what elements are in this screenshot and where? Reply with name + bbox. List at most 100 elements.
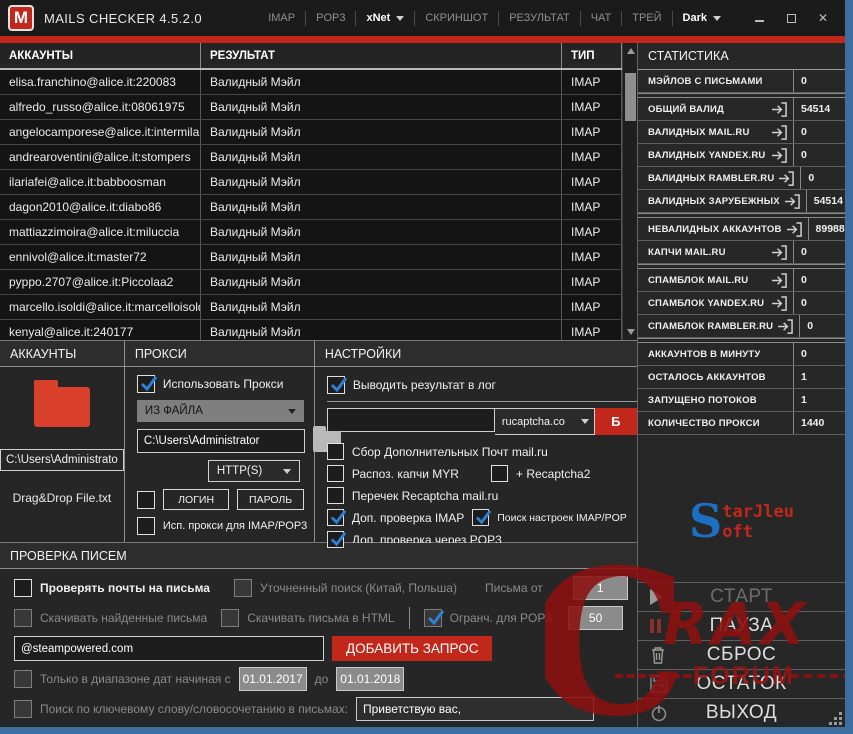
proxy-protocol-dropdown[interactable]: HTTP(S) [207,460,300,482]
use-proxy-checkbox[interactable] [136,375,155,393]
export-icon [771,296,788,311]
chevron-down-icon [282,468,291,474]
stat-row: ОСТАЛОСЬ АККАУНТОВ 1 [638,366,845,389]
menu-imap[interactable]: IMAP [258,12,305,24]
menu-result[interactable]: РЕЗУЛЬТАТ [499,12,579,24]
export-button[interactable] [771,125,788,140]
download-html-checkbox [221,609,240,627]
recheck-recaptcha-label: Перечек Recaptcha mail.ru [351,488,499,503]
menu-pop3[interactable]: POP3 [306,12,355,24]
scroll-down-button[interactable] [623,324,637,340]
stat-value: 1440 [793,412,845,434]
cell-type: IMAP [562,170,622,194]
query-input[interactable] [14,636,324,661]
maximize-button[interactable] [777,7,805,29]
add-query-button[interactable]: ДОБАВИТЬ ЗАПРОС [332,636,493,661]
menu-xnet-label: xNet [366,12,391,24]
chevron-down-icon [713,15,721,21]
export-button[interactable] [786,222,803,237]
close-button[interactable]: ✕ [809,7,837,29]
table-row[interactable]: elisa.franchino@alice.it:220083 Валидный… [0,70,622,95]
stat-label: ВАЛИДНЫХ MAIL.RU [638,125,793,140]
proxy-login-button[interactable]: ЛОГИН [162,489,230,510]
table-row[interactable]: ennivol@alice.it:master72 Валидный Мэйл … [0,245,622,270]
proxy-source-dropdown[interactable]: ИЗ ФАЙЛА [136,400,304,422]
recheck-recaptcha-checkbox[interactable] [326,487,344,504]
results-table: АККАУНТЫ РЕЗУЛЬТАТ ТИП elisa.franchino@a… [0,43,637,341]
table-row[interactable]: dagon2010@alice.it:diabo86 Валидный Мэйл… [0,195,622,220]
proxy-password-button[interactable]: ПАРОЛЬ [237,489,304,510]
table-row[interactable]: mattiazzimoira@alice.it:miluccia Валидны… [0,220,622,245]
column-header-result[interactable]: РЕЗУЛЬТАТ [201,43,562,68]
cell-account: mattiazzimoira@alice.it:miluccia [0,220,201,244]
stat-value: 0 [793,269,845,291]
export-icon [777,319,794,334]
menu-tray[interactable]: ТРЕЙ [622,12,671,24]
recaptcha2-checkbox[interactable] [490,465,508,482]
menu-screenshot[interactable]: СКРИНШОТ [415,12,498,24]
export-button[interactable] [777,319,794,334]
balance-button[interactable]: Б [594,408,637,435]
menu-theme-dropdown[interactable]: Dark [673,12,731,24]
pop3-check-checkbox[interactable] [326,531,344,548]
table-row[interactable]: pyppo.2707@alice.it:Piccolaa2 Валидный М… [0,270,622,295]
export-button[interactable] [771,273,788,288]
resize-grip[interactable] [828,711,842,725]
table-row[interactable]: alfredo_russo@alice.it:08061975 Валидный… [0,95,622,120]
start-button[interactable]: СТАРТ [638,582,845,611]
export-button[interactable] [771,148,788,163]
log-output-checkbox[interactable] [326,376,345,394]
scroll-up-button[interactable] [623,43,637,59]
imap-check-checkbox[interactable] [326,509,344,526]
remainder-label: ОСТАТОК [696,673,787,694]
export-button[interactable] [778,171,795,186]
scrollbar-thumb[interactable] [625,73,636,121]
export-button[interactable] [771,245,788,260]
stat-label-text: КАПЧИ MAIL.RU [648,246,726,258]
proxy-auth-checkbox[interactable] [136,490,155,509]
proxy-path-input[interactable] [136,429,305,453]
pause-button[interactable]: ПАУЗА [638,611,845,640]
stat-label-text: ВАЛИДНЫХ YANDEX.RU [648,149,766,161]
stat-value: 0 [793,70,845,92]
captcha-key-input[interactable] [326,408,495,432]
table-row[interactable]: kenyal@alice.it:240177 Валидный Мэйл IMA… [0,320,622,340]
stat-label-text: СПАМБЛОК RAMBLER.RU [648,320,774,332]
column-header-type[interactable]: ТИП [562,43,622,68]
export-button[interactable] [784,194,801,209]
export-button[interactable] [771,296,788,311]
proxy-source-value: ИЗ ФАЙЛА [144,405,203,417]
app-logo-icon: M [8,5,34,31]
check-mails-checkbox[interactable] [14,579,32,597]
arrow-down-icon [626,329,635,335]
table-row[interactable]: angelocamporese@alice.it:intermilan Вали… [0,120,622,145]
logo-bottom: oft [722,521,753,542]
imap-search-checkbox[interactable] [472,509,489,526]
column-header-accounts[interactable]: АККАУНТЫ [0,43,201,68]
menu-xnet-dropdown[interactable]: xNet [356,12,414,24]
imap-search-label: Поиск настроек IMAP/POP [497,511,627,524]
remainder-button[interactable]: ОСТАТОК [638,669,845,698]
captcha-service-dropdown[interactable]: rucaptcha.co [494,408,595,435]
table-row[interactable]: marcello.isoldi@alice.it:marcelloisold В… [0,295,622,320]
export-button[interactable] [771,102,788,117]
reset-button[interactable]: СБРОС [638,640,845,669]
accounts-file-path[interactable]: C:\Users\Administrato [0,449,124,471]
collect-extra-checkbox[interactable] [326,443,344,460]
table-row[interactable]: ilariafei@alice.it:babboosman Валидный М… [0,170,622,195]
cell-result: Валидный Мэйл [201,295,562,319]
stat-label-text: ОБЩИЙ ВАЛИД [648,103,725,115]
table-scrollbar[interactable] [622,43,637,340]
minimize-button[interactable] [745,7,773,29]
stat-row: ВАЛИДНЫХ YANDEX.RU 0 [638,144,845,167]
accounts-dropzone[interactable]: C:\Users\Administrato Drag&Drop File.txt [0,367,124,542]
table-row[interactable]: andrearoventini@alice.it:stompers Валидн… [0,145,622,170]
exit-button[interactable]: ВЫХОД [638,698,845,727]
cell-type: IMAP [562,220,622,244]
recog-captcha-checkbox[interactable] [326,465,344,482]
menu-chat[interactable]: ЧАТ [581,12,622,24]
proxy-for-imap-checkbox[interactable] [136,517,155,535]
chevron-down-icon [396,15,405,21]
start-label: СТАРТ [710,586,773,607]
cell-account: dagon2010@alice.it:diabo86 [0,195,201,219]
